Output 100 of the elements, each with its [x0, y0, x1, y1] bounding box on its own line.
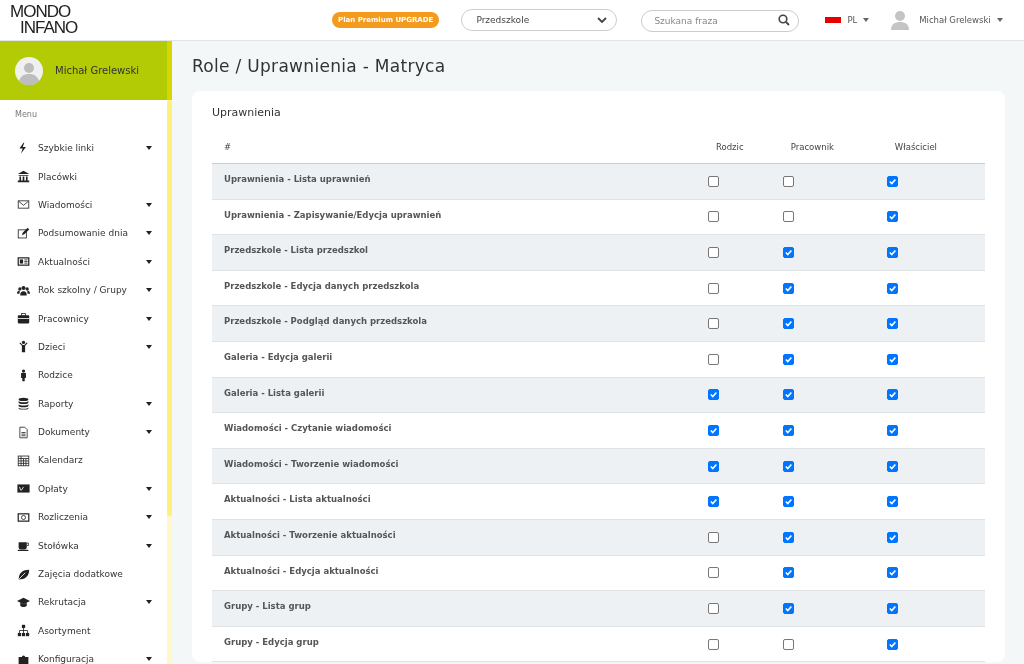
checkbox[interactable] — [886, 353, 898, 365]
table-cell: Przedszkole - Edycja danych przedszkola — [212, 270, 704, 306]
checkbox[interactable] — [886, 389, 898, 401]
table-cell: Grupy - Lista grup — [212, 590, 704, 627]
bank-icon — [17, 170, 30, 184]
checkbox[interactable] — [708, 247, 719, 258]
menu-item[interactable]: Zajęcia dodatkowe — [0, 559, 167, 589]
checkbox[interactable] — [782, 496, 794, 508]
checkbox[interactable] — [886, 282, 898, 294]
checkbox[interactable] — [886, 318, 898, 330]
language-menu[interactable]: PL — [825, 15, 870, 25]
menu-item[interactable]: Rodzice — [0, 361, 167, 390]
table-cell: Aktualności - Lista aktualności — [212, 483, 704, 520]
graduation-cap-icon — [17, 595, 30, 609]
user-menu[interactable]: Michał Grelewski — [891, 10, 1003, 30]
id-card-icon — [17, 255, 30, 269]
menu-item[interactable]: Konfiguracja — [0, 645, 167, 664]
scrollbar[interactable] — [167, 100, 172, 516]
checkbox[interactable] — [708, 496, 719, 508]
menu-item[interactable]: Raporty — [0, 389, 167, 418]
checkbox[interactable] — [886, 567, 898, 579]
checkbox[interactable] — [708, 424, 719, 436]
chevron-icon — [597, 17, 608, 23]
checkbox[interactable] — [708, 531, 719, 543]
checkbox[interactable] — [782, 424, 794, 436]
calendar-icon — [17, 454, 30, 467]
flag-icon — [825, 17, 842, 23]
menu-item[interactable]: Aktualności — [0, 247, 167, 276]
checkbox[interactable] — [886, 638, 898, 650]
checkbox[interactable] — [782, 389, 794, 401]
checkbox[interactable] — [886, 531, 898, 543]
checkbox[interactable] — [782, 567, 794, 579]
table-cell: Aktualności - Edycja aktualności — [212, 555, 704, 591]
menu-item[interactable]: Opłaty — [0, 474, 167, 504]
checkbox[interactable] — [886, 496, 898, 508]
child-icon — [17, 340, 30, 354]
search-field[interactable]: Szukana fraza — [641, 10, 800, 32]
card-title: Uprawnienia — [212, 106, 282, 119]
checkbox[interactable] — [708, 353, 719, 365]
menu-item[interactable]: Podsumowanie dnia — [0, 219, 167, 248]
logo[interactable]: MONDO INFANO — [0, 4, 172, 36]
checkbox[interactable] — [886, 424, 898, 436]
checkbox[interactable] — [708, 211, 719, 223]
checkbox[interactable] — [782, 353, 794, 365]
checkbox[interactable] — [782, 602, 794, 614]
menu-heading: Menu — [14, 109, 38, 121]
table-cell: Uprawnienia - Zapisywanie/Edycja uprawnień — [212, 199, 704, 235]
sitemap-icon — [17, 624, 30, 638]
checkbox[interactable] — [708, 175, 719, 187]
menu-item[interactable]: Dzieci — [0, 332, 167, 362]
table-cell: Uprawnienia - Lista uprawnień — [212, 163, 704, 200]
checkbox[interactable] — [782, 318, 794, 330]
menu-item[interactable]: Placówki — [0, 162, 167, 191]
user-name: Michał Grelewski — [55, 65, 140, 76]
table-cell: Wiadomości - Czytanie wiadomości — [212, 412, 704, 449]
checkbox[interactable] — [886, 602, 898, 614]
checkbox[interactable] — [708, 567, 719, 579]
table-cell: Grupy - Edycja grup — [212, 626, 704, 662]
menu-item[interactable]: Pracownicy — [0, 304, 167, 333]
money-icon — [17, 510, 30, 524]
checkbox[interactable] — [782, 211, 794, 223]
checkbox[interactable] — [886, 175, 898, 187]
menu-item[interactable]: Kalendarz — [0, 446, 167, 475]
table-cell: Aktualności - Tworzenie aktualności — [212, 519, 704, 556]
checkbox[interactable] — [782, 460, 794, 472]
avatar-icon — [15, 56, 43, 85]
checkbox[interactable] — [782, 175, 794, 187]
table-cell: Przedszkole - Podgląd danych przedszkola — [212, 305, 704, 342]
checkbox[interactable] — [782, 531, 794, 543]
checkbox[interactable] — [782, 282, 794, 294]
menu-item[interactable]: Rekrutacja — [0, 588, 167, 617]
table-cell: Wiadomości - Tworzenie wiadomości — [212, 448, 704, 484]
search-icon — [778, 14, 791, 26]
checkbox[interactable] — [886, 247, 898, 258]
checkbox[interactable] — [708, 282, 719, 294]
checkbox[interactable] — [708, 460, 719, 472]
checkbox[interactable] — [708, 318, 719, 330]
table-cell: Galeria - Edycja galerii — [212, 341, 704, 378]
menu-item[interactable]: Szybkie linki — [0, 134, 167, 163]
page-title: Role / Uprawnienia - Matryca — [192, 56, 447, 76]
column-header: # — [212, 141, 704, 164]
column-header: Właściciel — [882, 141, 985, 164]
column-header: Rodzic — [704, 141, 779, 164]
checkbox[interactable] — [886, 460, 898, 472]
menu-item[interactable]: Dokumenty — [0, 417, 167, 447]
avatar-icon — [891, 10, 910, 30]
envelope-icon — [17, 198, 30, 212]
database-icon — [17, 397, 30, 411]
menu-item[interactable]: Rozliczenia — [0, 503, 167, 532]
menu-item[interactable]: Rok szkolny / Grupy — [0, 275, 167, 305]
checkbox[interactable] — [708, 602, 719, 614]
column-header: Pracownik — [778, 141, 883, 164]
checkbox[interactable] — [782, 247, 794, 258]
checkbox[interactable] — [708, 638, 719, 650]
menu-item[interactable]: Asortyment — [0, 616, 167, 646]
checkbox[interactable] — [782, 638, 794, 650]
checkbox[interactable] — [886, 211, 898, 223]
menu-item[interactable]: Stołówka — [0, 531, 167, 560]
checkbox[interactable] — [708, 389, 719, 401]
menu-item[interactable]: Wiadomości — [0, 190, 167, 220]
